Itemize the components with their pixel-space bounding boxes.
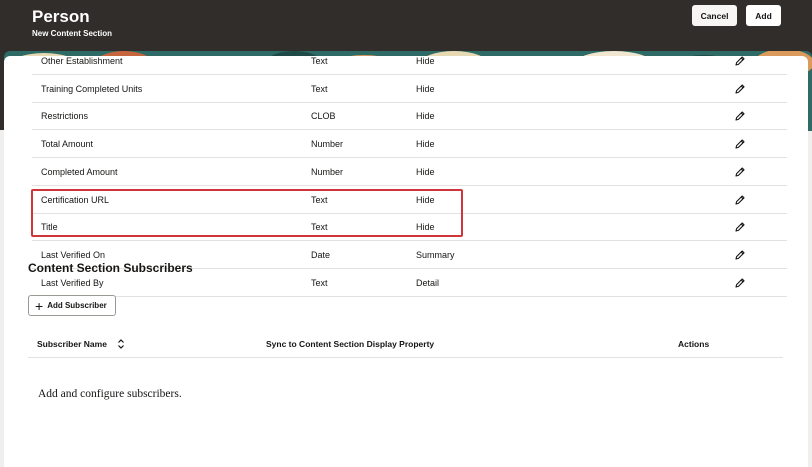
page-subtitle: New Content Section (32, 29, 113, 38)
column-sync-property: Sync to Content Section Display Property (266, 339, 435, 349)
field-type: Date (311, 249, 331, 260)
field-type: Text (311, 277, 328, 288)
field-name: Completed Amount (41, 166, 118, 177)
field-display: Hide (416, 83, 435, 94)
table-row: Other Establishment Text Hide (32, 56, 787, 75)
empty-message: Add and configure subscribers. (38, 388, 182, 400)
pencil-icon[interactable] (734, 221, 746, 233)
field-display: Summary (416, 249, 455, 260)
pencil-icon[interactable] (734, 166, 746, 178)
field-display: Hide (416, 56, 435, 66)
highlight-box (31, 189, 463, 237)
field-display: Detail (416, 277, 440, 288)
table-row: Restrictions CLOB Hide (32, 102, 787, 131)
field-type: CLOB (311, 111, 336, 122)
pencil-icon[interactable] (734, 56, 746, 67)
field-name: Training Completed Units (41, 83, 143, 94)
column-subscriber-name[interactable]: Subscriber Name (37, 330, 107, 358)
pencil-icon[interactable] (734, 83, 746, 95)
subscribers-section-title: Content Section Subscribers (28, 261, 193, 275)
field-name: Restrictions (41, 111, 89, 122)
sort-icon[interactable] (117, 338, 125, 350)
subscribers-table-header: Subscriber Name Sync to Content Section … (28, 330, 783, 358)
field-type: Text (311, 56, 328, 66)
field-name: Total Amount (41, 139, 94, 150)
pencil-icon[interactable] (734, 277, 746, 289)
field-type: Number (311, 166, 344, 177)
page-title: Person (32, 7, 90, 26)
pencil-icon[interactable] (734, 138, 746, 150)
table-row: Training Completed Units Text Hide (32, 75, 787, 103)
field-display: Hide (416, 111, 435, 122)
field-type: Number (311, 139, 344, 150)
add-button[interactable]: Add (746, 5, 781, 26)
cancel-button[interactable]: Cancel (692, 5, 737, 26)
add-subscriber-button[interactable]: + Add Subscriber (28, 295, 116, 316)
plus-icon: + (35, 297, 44, 314)
field-display: Hide (416, 166, 435, 177)
field-type: Text (311, 83, 328, 94)
field-display: Hide (416, 139, 435, 150)
pencil-icon[interactable] (734, 249, 746, 261)
pencil-icon[interactable] (734, 194, 746, 206)
add-subscriber-label: Add Subscriber (47, 301, 107, 310)
field-name: Other Establishment (41, 56, 123, 66)
column-actions: Actions (678, 339, 710, 349)
table-row: Total Amount Number Hide (32, 130, 787, 159)
pencil-icon[interactable] (734, 110, 746, 122)
table-row: Completed Amount Number Hide (32, 158, 787, 186)
